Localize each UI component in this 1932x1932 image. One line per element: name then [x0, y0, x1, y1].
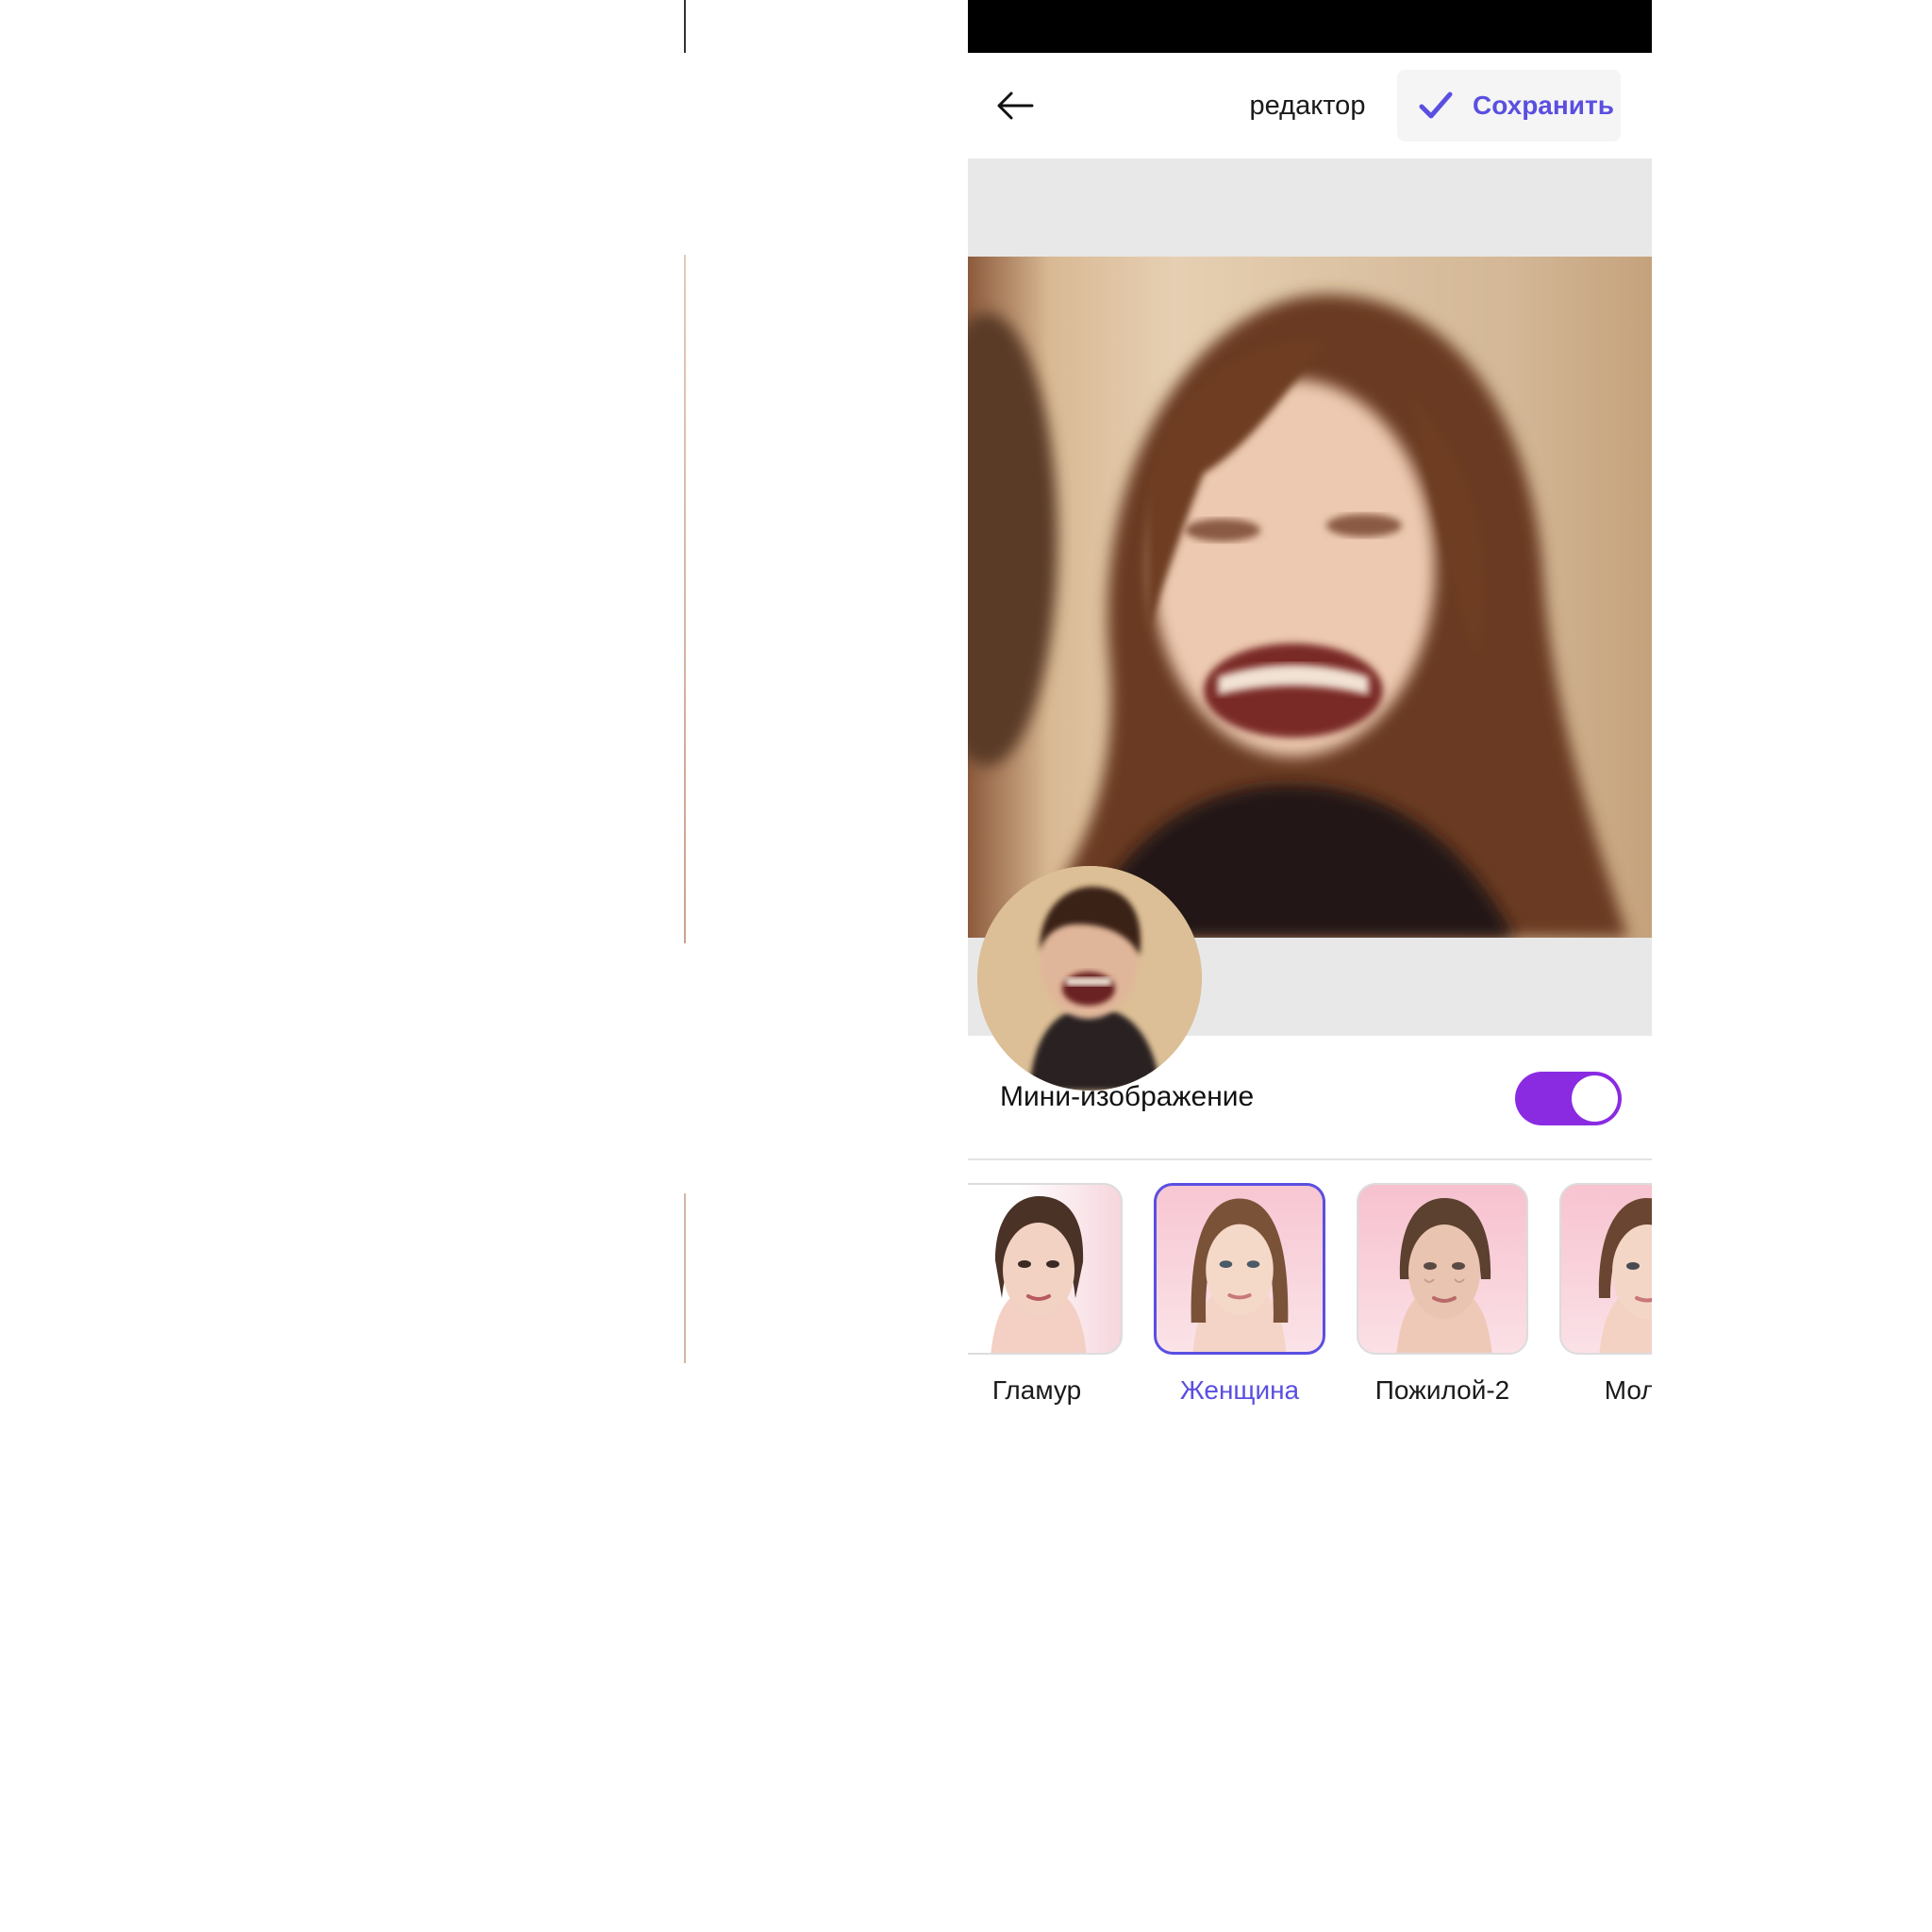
checkmark-icon — [1418, 88, 1454, 124]
edge-line-middle — [684, 255, 686, 943]
filter-label: Гламур — [991, 1375, 1082, 1405]
divider — [968, 1158, 1652, 1160]
toggle-knob — [1572, 1075, 1618, 1122]
filter-thumbnail — [1357, 1183, 1528, 1355]
save-button[interactable]: Сохранить — [1397, 70, 1621, 142]
mini-image-toggle-row: Мини-изображение — [968, 1036, 1652, 1158]
edge-line-bottom — [684, 1193, 686, 1363]
save-button-label: Сохранить — [1473, 91, 1614, 120]
filter-label: Пожилой-2 — [1374, 1375, 1510, 1405]
filter-item-glamour[interactable]: Гламур — [968, 1183, 1123, 1406]
filter-thumbnail — [968, 1183, 1123, 1355]
mini-image-label: Мини-изображение — [1000, 1081, 1255, 1112]
filter-thumbnail — [1154, 1183, 1325, 1355]
top-app-bar: редактор Сохранить — [968, 53, 1652, 158]
edge-line-top — [684, 0, 686, 53]
page-title: редактор — [1249, 90, 1366, 121]
phone-screen: редактор Сохранить Мини-изображение Глам… — [968, 0, 1652, 1415]
filter-item-young[interactable]: Молод — [1559, 1183, 1652, 1406]
status-bar — [968, 0, 1652, 53]
filter-item-elderly-2[interactable]: Пожилой-2 — [1357, 1183, 1528, 1406]
arrow-left-icon — [997, 92, 1034, 120]
photo-canvas — [968, 158, 1652, 1091]
mini-image-toggle[interactable] — [1515, 1072, 1622, 1125]
edited-photo[interactable] — [968, 257, 1652, 938]
filter-label: Молод — [1604, 1375, 1652, 1405]
back-button[interactable] — [989, 79, 1041, 132]
filter-item-woman[interactable]: Женщина — [1154, 1183, 1325, 1406]
filter-carousel: Гламур Женщина Пожилой-2 Мол — [968, 1183, 1652, 1415]
filter-label: Женщина — [1179, 1375, 1300, 1405]
filter-thumbnail — [1559, 1183, 1652, 1355]
